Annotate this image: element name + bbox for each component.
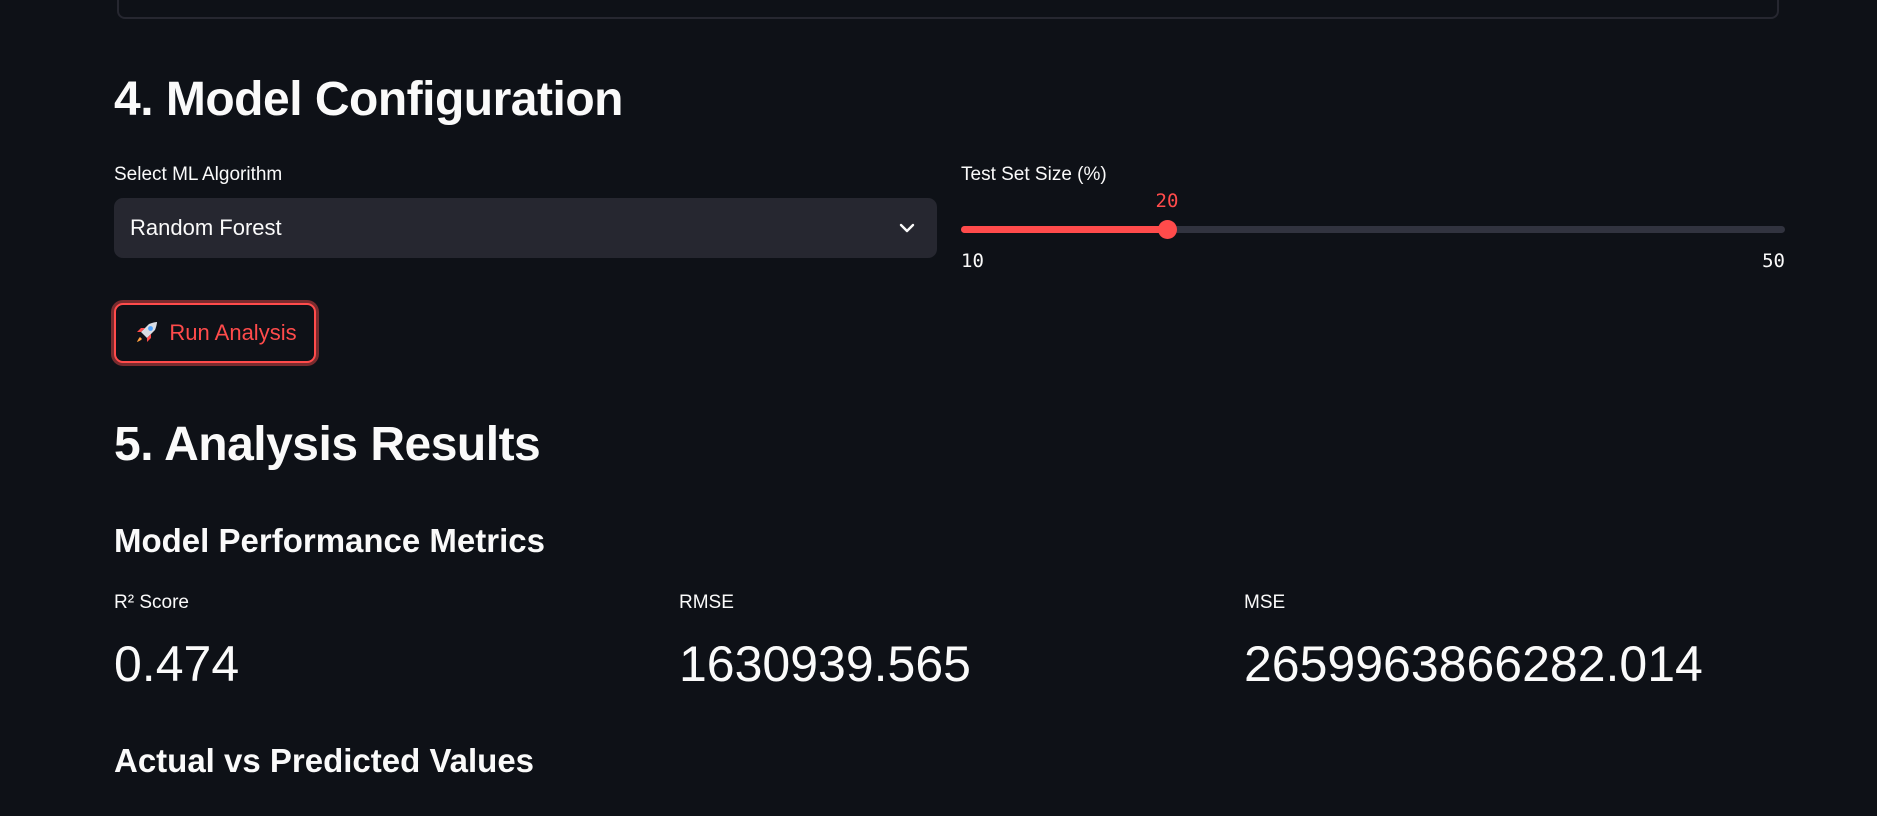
model-config-heading: 4. Model Configuration — [114, 73, 623, 126]
slider-track[interactable] — [961, 226, 1785, 233]
test-size-label: Test Set Size (%) — [961, 164, 1107, 185]
algorithm-select-value: Random Forest — [130, 215, 282, 240]
run-analysis-button[interactable]: Run Analysis — [114, 303, 316, 363]
test-size-slider[interactable]: 20 10 50 — [961, 190, 1785, 280]
expander-bottom-edge — [117, 0, 1779, 19]
metric-rmse: RMSE 1630939.565 — [679, 591, 971, 694]
performance-metrics-heading: Model Performance Metrics — [114, 522, 545, 559]
metric-label: MSE — [1244, 592, 1286, 613]
run-analysis-label: Run Analysis — [169, 320, 297, 345]
metric-value: 0.474 — [114, 636, 240, 692]
chevron-down-icon — [899, 223, 915, 233]
slider-fill — [961, 226, 1167, 233]
slider-current-value: 20 — [1155, 190, 1179, 212]
app-main: 4. Model Configuration Select ML Algorit… — [0, 0, 1877, 816]
metric-label: R² Score — [114, 592, 189, 613]
algorithm-label: Select ML Algorithm — [114, 164, 283, 185]
metric-mse: MSE 2659963866282.014 — [1244, 591, 1703, 694]
algorithm-select[interactable]: Random Forest — [114, 198, 937, 258]
metric-label: RMSE — [679, 592, 734, 613]
metric-value: 1630939.565 — [679, 636, 971, 692]
slider-max-value: 50 — [1762, 250, 1785, 272]
rocket-icon — [137, 322, 158, 342]
slider-thumb[interactable] — [1158, 220, 1177, 239]
slider-min-value: 10 — [961, 250, 984, 272]
actual-vs-predicted-heading: Actual vs Predicted Values — [114, 742, 535, 779]
metric-r2: R² Score 0.474 — [114, 591, 239, 694]
analysis-results-heading: 5. Analysis Results — [114, 418, 541, 471]
metric-value: 2659963866282.014 — [1244, 636, 1703, 692]
